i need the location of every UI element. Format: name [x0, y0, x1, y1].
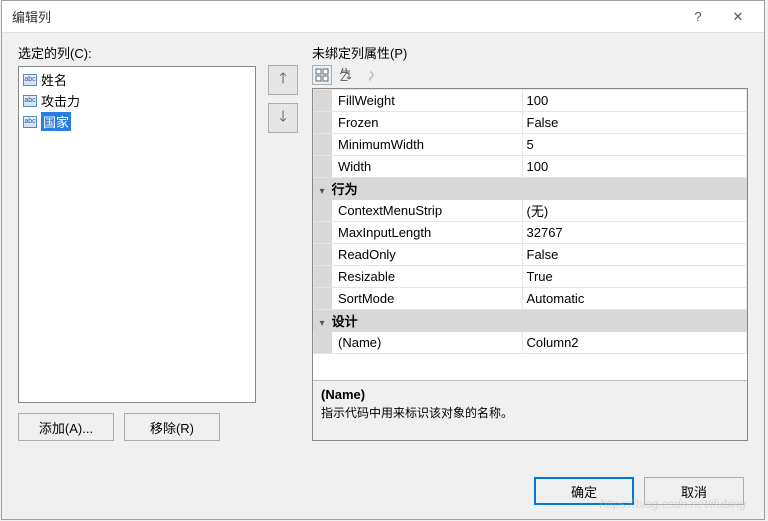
property-value[interactable]: 32767: [522, 222, 746, 244]
property-row[interactable]: FillWeight100: [314, 90, 747, 112]
alphabetical-icon[interactable]: AZ: [336, 65, 356, 85]
property-name: Frozen: [332, 112, 523, 134]
move-down-button[interactable]: 🡓: [268, 103, 298, 133]
ok-button[interactable]: 确定: [534, 477, 634, 505]
property-value[interactable]: True: [522, 266, 746, 288]
property-pages-icon[interactable]: [360, 65, 380, 85]
property-row[interactable]: MinimumWidth5: [314, 134, 747, 156]
property-row[interactable]: SortModeAutomatic: [314, 288, 747, 310]
expand-icon: ▾: [316, 186, 328, 197]
property-value[interactable]: Automatic: [522, 288, 746, 310]
property-row[interactable]: MaxInputLength32767: [314, 222, 747, 244]
property-name: MaxInputLength: [332, 222, 523, 244]
property-value[interactable]: (无): [522, 200, 746, 222]
add-button[interactable]: 添加(A)...: [18, 413, 114, 441]
category-row[interactable]: ▾ 行为: [314, 178, 747, 200]
property-name: ContextMenuStrip: [332, 200, 523, 222]
expand-icon: ▾: [316, 318, 328, 329]
propertygrid-toolbar: AZ: [312, 66, 748, 88]
property-value[interactable]: Column2: [522, 332, 746, 354]
titlebar: 编辑列 ? ✕: [2, 1, 764, 33]
edit-columns-dialog: 编辑列 ? ✕ 选定的列(C): abc 姓名 abc 攻击力 abc 国家 添加(A).…: [1, 0, 765, 520]
property-row[interactable]: ReadOnlyFalse: [314, 244, 747, 266]
property-row[interactable]: ContextMenuStrip(无): [314, 200, 747, 222]
close-button[interactable]: ✕: [718, 5, 758, 29]
move-up-button[interactable]: 🡑: [268, 65, 298, 95]
property-name: FillWeight: [332, 90, 523, 112]
property-row[interactable]: FrozenFalse: [314, 112, 747, 134]
list-item[interactable]: abc 国家: [21, 111, 253, 132]
svg-text:Z: Z: [340, 69, 348, 82]
property-name: Width: [332, 156, 523, 178]
columns-listbox[interactable]: abc 姓名 abc 攻击力 abc 国家: [18, 66, 256, 403]
textbox-icon: abc: [23, 74, 37, 86]
property-name: ReadOnly: [332, 244, 523, 266]
property-value[interactable]: 100: [522, 90, 746, 112]
list-item[interactable]: abc 姓名: [21, 69, 253, 90]
property-value[interactable]: False: [522, 112, 746, 134]
list-item-text: 攻击力: [41, 91, 80, 110]
property-value[interactable]: False: [522, 244, 746, 266]
property-value[interactable]: 100: [522, 156, 746, 178]
property-name: SortMode: [332, 288, 523, 310]
properties-label: 未绑定列属性(P): [312, 43, 748, 62]
list-item-text: 姓名: [41, 70, 67, 89]
property-value[interactable]: 5: [522, 134, 746, 156]
description-pane: (Name) 指示代码中用来标识该对象的名称。: [313, 380, 747, 440]
description-text: 指示代码中用来标识该对象的名称。: [321, 404, 739, 421]
textbox-icon: abc: [23, 95, 37, 107]
property-grid: FillWeight100FrozenFalseMinimumWidth5Wid…: [312, 88, 748, 441]
property-row[interactable]: (Name)Column2: [314, 332, 747, 354]
property-row[interactable]: ResizableTrue: [314, 266, 747, 288]
description-name: (Name): [321, 387, 739, 402]
category-name: 设计: [332, 314, 358, 329]
property-name: MinimumWidth: [332, 134, 523, 156]
selected-columns-label: 选定的列(C):: [18, 43, 256, 62]
property-name: Resizable: [332, 266, 523, 288]
category-row[interactable]: ▾ 设计: [314, 310, 747, 332]
help-button[interactable]: ?: [678, 5, 718, 29]
cancel-button[interactable]: 取消: [644, 477, 744, 505]
dialog-title: 编辑列: [12, 7, 678, 26]
list-item[interactable]: abc 攻击力: [21, 90, 253, 111]
textbox-icon: abc: [23, 116, 37, 128]
property-row[interactable]: Width100: [314, 156, 747, 178]
list-item-text: 国家: [41, 112, 71, 131]
categorized-icon[interactable]: [312, 65, 332, 85]
property-name: (Name): [332, 332, 523, 354]
category-name: 行为: [332, 182, 358, 197]
remove-button[interactable]: 移除(R): [124, 413, 220, 441]
